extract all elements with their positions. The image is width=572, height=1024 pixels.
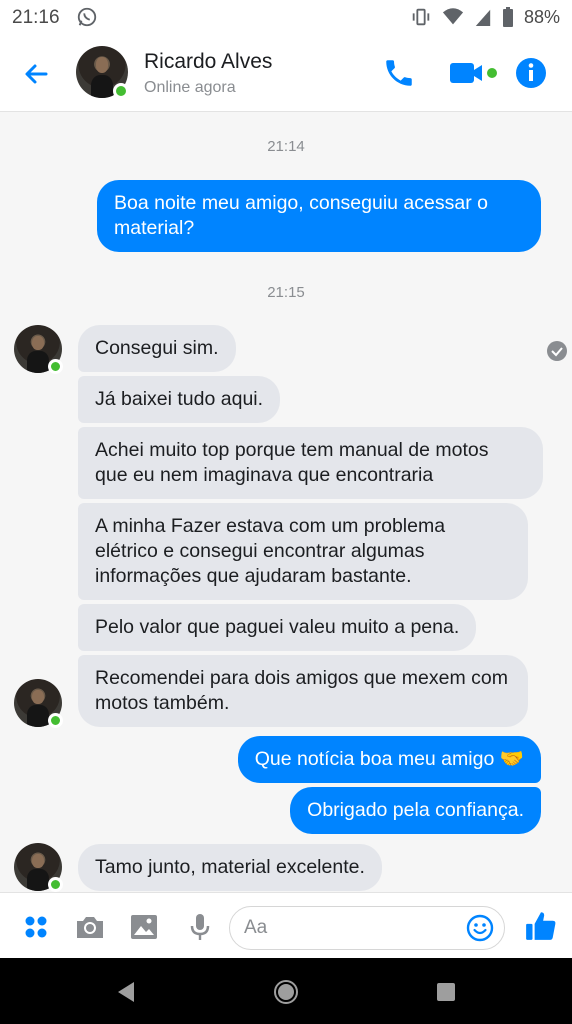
mic-icon[interactable]: [184, 911, 216, 943]
emoji-icon[interactable]: [466, 914, 494, 942]
battery-icon: [502, 7, 513, 27]
apps-icon[interactable]: [20, 911, 52, 943]
timestamp: 21:15: [267, 284, 305, 301]
message-input-wrapper: [229, 906, 505, 950]
message-incoming[interactable]: Achei muito top porque tem manual de mot…: [78, 427, 543, 499]
message-incoming[interactable]: Recomendei para dois amigos que mexem co…: [78, 655, 528, 727]
nav-recents-icon[interactable]: [432, 978, 460, 1006]
back-arrow-icon[interactable]: [20, 58, 52, 90]
timestamp: 21:14: [267, 138, 305, 155]
status-time: 21:16: [12, 7, 60, 28]
contact-avatar[interactable]: [76, 46, 129, 99]
message-outgoing[interactable]: Obrigado pela confiança.: [290, 787, 541, 834]
nav-back-icon[interactable]: [112, 978, 140, 1006]
online-indicator: [113, 83, 129, 99]
image-icon[interactable]: [128, 911, 160, 943]
message-composer: [0, 892, 572, 958]
message-incoming[interactable]: Consegui sim.: [78, 325, 236, 372]
message-incoming[interactable]: Pelo valor que paguei valeu muito a pena…: [78, 604, 477, 651]
message-outgoing[interactable]: Boa noite meu amigo, conseguiu acessar o…: [97, 180, 541, 252]
system-navigation-bar: [0, 958, 572, 1024]
info-icon[interactable]: [514, 56, 548, 90]
message-list[interactable]: 21:14 Boa noite meu amigo, conseguiu ace…: [0, 112, 572, 1001]
contact-name[interactable]: Ricardo Alves: [144, 50, 272, 74]
signal-icon: [475, 9, 491, 27]
whatsapp-icon: [77, 7, 97, 27]
contact-avatar-small[interactable]: [14, 325, 63, 374]
chat-header: Ricardo Alves Online agora: [0, 36, 572, 112]
online-indicator: [48, 359, 63, 374]
contact-avatar-small[interactable]: [14, 679, 63, 728]
message-outgoing[interactable]: Que notícia boa meu amigo 🤝: [237, 736, 541, 783]
online-indicator: [48, 713, 63, 728]
phone-icon[interactable]: [382, 56, 416, 90]
message-input[interactable]: [244, 915, 464, 941]
video-icon[interactable]: [448, 56, 500, 90]
like-icon[interactable]: [524, 909, 558, 943]
online-indicator: [48, 877, 63, 892]
contact-avatar-small[interactable]: [14, 843, 63, 892]
status-icons: 88%: [410, 6, 560, 28]
message-incoming[interactable]: Tamo junto, material excelente.: [78, 844, 382, 891]
seen-indicator-icon: [547, 341, 567, 361]
message-incoming[interactable]: Já baixei tudo aqui.: [78, 376, 281, 423]
vibrate-icon: [412, 8, 430, 26]
battery-level: 88%: [523, 6, 560, 27]
wifi-icon: [442, 8, 464, 25]
nav-home-icon[interactable]: [272, 978, 300, 1006]
message-incoming[interactable]: A minha Fazer estava com um problema elé…: [78, 503, 528, 600]
contact-status: Online agora: [144, 79, 236, 96]
camera-icon[interactable]: [74, 911, 106, 943]
status-bar: 21:16 88%: [0, 0, 572, 36]
